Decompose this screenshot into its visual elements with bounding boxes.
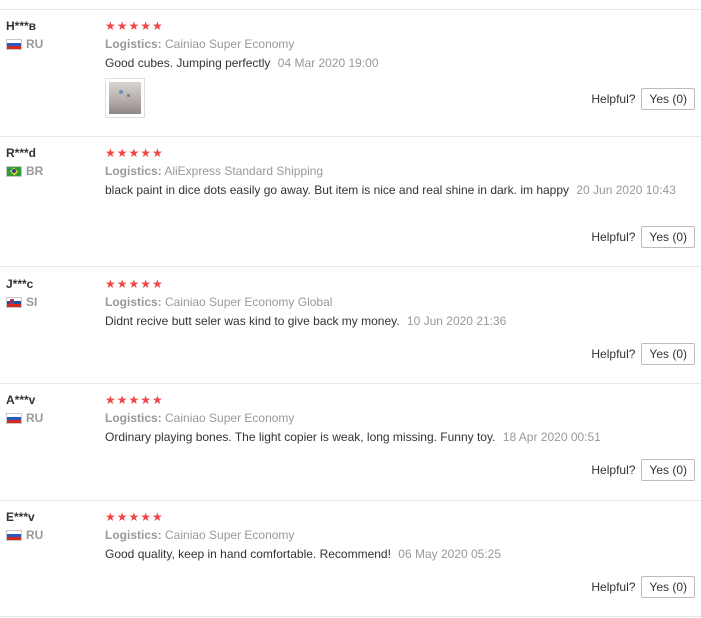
- review-text: Ordinary playing bones. The light copier…: [105, 430, 685, 444]
- country-code: RU: [26, 411, 44, 425]
- logistics-value: Cainiao Super Economy: [165, 528, 295, 542]
- helpful-yes-button[interactable]: Yes (0): [641, 576, 695, 598]
- review-photo-thumbnail[interactable]: [105, 78, 145, 118]
- star-rating: ★★★★★: [105, 510, 164, 524]
- helpful-label: Helpful?: [591, 580, 636, 594]
- logistics-value: Cainiao Super Economy Global: [165, 295, 333, 309]
- review-date: 04 Mar 2020 19:00: [277, 56, 379, 70]
- helpful-section: Helpful? Yes (0): [591, 459, 695, 481]
- helpful-label: Helpful?: [591, 463, 636, 477]
- helpful-label: Helpful?: [591, 230, 636, 244]
- helpful-label: Helpful?: [591, 347, 636, 361]
- reviewer-country: RU: [6, 37, 43, 51]
- helpful-yes-button[interactable]: Yes (0): [641, 88, 695, 110]
- reviewer-country: RU: [6, 411, 43, 425]
- review-content: ★★★★★ Logistics: Cainiao Super Economy G…: [105, 19, 695, 118]
- helpful-yes-button[interactable]: Yes (0): [641, 343, 695, 365]
- country-code: RU: [26, 528, 44, 542]
- divider: [0, 9, 701, 10]
- divider: [0, 616, 701, 617]
- helpful-yes-button[interactable]: Yes (0): [641, 459, 695, 481]
- reviewer-name: R***d: [6, 146, 37, 160]
- helpful-yes-button[interactable]: Yes (0): [641, 226, 695, 248]
- logistics-info: Logistics: Cainiao Super Economy: [105, 528, 294, 542]
- logistics-label: Logistics:: [105, 164, 162, 178]
- review-text: Good cubes. Jumping perfectly 04 Mar 202…: [105, 56, 685, 70]
- divider: [0, 266, 701, 267]
- reviewer-name: J***c: [6, 277, 34, 291]
- review-body: black paint in dice dots easily go away.…: [105, 183, 570, 197]
- review-date: 06 May 2020 05:25: [398, 547, 502, 561]
- logistics-label: Logistics:: [105, 411, 162, 425]
- review-photo: [109, 82, 141, 114]
- logistics-value: Cainiao Super Economy: [165, 411, 295, 425]
- review-date: 10 Jun 2020 21:36: [406, 314, 507, 328]
- country-code: BR: [26, 164, 44, 178]
- review-text: black paint in dice dots easily go away.…: [105, 183, 685, 197]
- helpful-label: Helpful?: [591, 92, 636, 106]
- star-rating: ★★★★★: [105, 146, 164, 160]
- logistics-value: AliExpress Standard Shipping: [164, 164, 324, 178]
- logistics-label: Logistics:: [105, 37, 162, 51]
- reviewer-info: J***c SI: [6, 277, 96, 309]
- reviewer-name: E***v: [6, 510, 35, 524]
- reviewer-country: SI: [6, 295, 37, 309]
- russia-flag-icon: [6, 412, 22, 424]
- helpful-section: Helpful? Yes (0): [591, 226, 695, 248]
- helpful-section: Helpful? Yes (0): [591, 343, 695, 365]
- review-body: Good cubes. Jumping perfectly: [105, 56, 271, 70]
- reviewer-info: A***v RU: [6, 393, 96, 425]
- divider: [0, 383, 701, 384]
- logistics-value: Cainiao Super Economy: [165, 37, 295, 51]
- reviewer-info: E***v RU: [6, 510, 96, 542]
- country-code: RU: [26, 37, 44, 51]
- review-date: 20 Jun 2020 10:43: [576, 183, 676, 197]
- review-text: Good quality, keep in hand comfortable. …: [105, 547, 685, 561]
- logistics-info: Logistics: Cainiao Super Economy: [105, 411, 294, 425]
- review-body: Ordinary playing bones. The light copier…: [105, 430, 496, 444]
- divider: [0, 500, 701, 501]
- star-rating: ★★★★★: [105, 393, 164, 407]
- russia-flag-icon: [6, 529, 22, 541]
- review-body: Good quality, keep in hand comfortable. …: [105, 547, 391, 561]
- star-rating: ★★★★★: [105, 19, 164, 33]
- logistics-label: Logistics:: [105, 295, 162, 309]
- reviewer-country: RU: [6, 528, 43, 542]
- review-text: Didnt recive butt seler was kind to give…: [105, 314, 685, 328]
- logistics-info: Logistics: AliExpress Standard Shipping: [105, 164, 323, 178]
- logistics-label: Logistics:: [105, 528, 162, 542]
- review-body: Didnt recive butt seler was kind to give…: [105, 314, 400, 328]
- logistics-info: Logistics: Cainiao Super Economy: [105, 37, 294, 51]
- review-content: ★★★★★ Logistics: Cainiao Super Economy G…: [105, 510, 695, 561]
- reviewer-info: R***d BR: [6, 146, 96, 178]
- review-content: ★★★★★ Logistics: Cainiao Super Economy G…: [105, 277, 695, 328]
- star-rating: ★★★★★: [105, 277, 164, 291]
- slovenia-flag-icon: [6, 296, 22, 308]
- reviewer-country: BR: [6, 164, 43, 178]
- helpful-section: Helpful? Yes (0): [591, 576, 695, 598]
- logistics-info: Logistics: Cainiao Super Economy Global: [105, 295, 332, 309]
- brazil-flag-icon: [6, 165, 22, 177]
- reviewer-name: A***v: [6, 393, 36, 407]
- review-date: 18 Apr 2020 00:51: [502, 430, 601, 444]
- review-content: ★★★★★ Logistics: AliExpress Standard Shi…: [105, 146, 695, 197]
- reviewer-name: H***в: [6, 19, 37, 33]
- russia-flag-icon: [6, 38, 22, 50]
- helpful-section: Helpful? Yes (0): [591, 88, 695, 110]
- country-code: SI: [26, 295, 38, 309]
- divider: [0, 136, 701, 137]
- review-content: ★★★★★ Logistics: Cainiao Super Economy O…: [105, 393, 695, 444]
- reviewer-info: H***в RU: [6, 19, 96, 51]
